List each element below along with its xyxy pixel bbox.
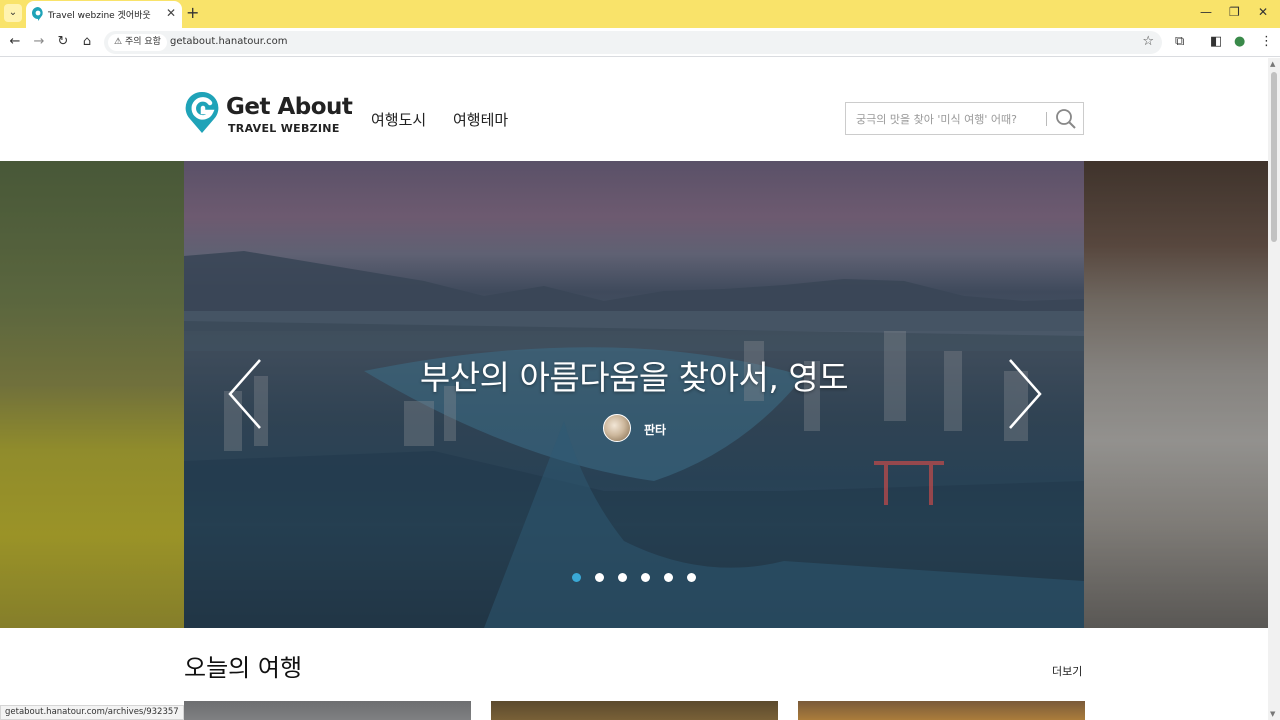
hero-slider: 부산의 아름다움을 찾아서, 영도 판타 — [0, 161, 1268, 628]
address-bar[interactable]: ⚠ 주의 요함 getabout.hanatour.com ☆ — [104, 31, 1162, 54]
browser-menu-icon[interactable]: ⋮ — [1260, 34, 1273, 49]
new-tab-icon[interactable]: + — [186, 3, 199, 22]
author-name: 판타 — [644, 423, 667, 437]
security-indicator[interactable]: ⚠ 주의 요함 — [108, 34, 167, 51]
tab-close-icon[interactable]: ✕ — [166, 6, 176, 20]
minimize-icon[interactable]: — — [1200, 5, 1212, 19]
bookmark-star-icon[interactable]: ☆ — [1142, 34, 1154, 49]
section-title: 오늘의 여행 — [184, 654, 303, 682]
browser-toolbar: ← → ↻ ⌂ ⚠ 주의 요함 getabout.hanatour.com ☆ — [0, 28, 1280, 57]
search-icon[interactable] — [1054, 107, 1078, 131]
reload-icon[interactable]: ↻ — [55, 34, 71, 49]
next-slide-preview[interactable] — [1084, 161, 1268, 628]
hero-title[interactable]: 부산의 아름다움을 찾아서, 영도 — [184, 351, 1084, 399]
forward-icon[interactable]: → — [31, 34, 47, 49]
search-input[interactable] — [856, 110, 1036, 128]
logo-subtitle: TRAVEL WEBZINE — [228, 122, 340, 135]
site-logo[interactable]: Get About TRAVEL WEBZINE — [184, 90, 353, 136]
scroll-up-icon[interactable]: ▲ — [1270, 60, 1275, 68]
nav-travel-theme[interactable]: 여행테마 — [453, 109, 508, 130]
search-divider — [1046, 112, 1047, 126]
webpage: Get About TRAVEL WEBZINE 여행도시 여행테마 궁극의 맛… — [0, 58, 1268, 720]
next-arrow-icon[interactable] — [1004, 358, 1044, 430]
more-link[interactable]: 더보기 — [1052, 663, 1082, 679]
browser-tab[interactable]: Travel webzine 겟어바웃 ✕ — [26, 1, 182, 28]
scroll-down-icon[interactable]: ▼ — [1270, 710, 1275, 718]
status-bar-url: getabout.hanatour.com/archives/932357 — [0, 705, 184, 720]
profile-avatar-icon[interactable]: ● — [1234, 34, 1245, 49]
restore-icon[interactable]: ❐ — [1229, 5, 1240, 19]
tab-search-button[interactable]: ⌄ — [4, 4, 22, 22]
browser-tabbar: ⌄ Travel webzine 겟어바웃 ✕ + — ❐ ✕ — [0, 0, 1280, 28]
home-icon[interactable]: ⌂ — [79, 34, 95, 49]
site-favicon-icon — [32, 7, 43, 21]
url-text[interactable]: getabout.hanatour.com — [170, 36, 288, 47]
tab-title: Travel webzine 겟어바웃 — [48, 11, 151, 21]
prev-arrow-icon[interactable] — [226, 358, 266, 430]
back-icon[interactable]: ← — [7, 34, 23, 49]
slide-dot-4[interactable] — [641, 573, 650, 582]
search-box — [845, 102, 1084, 135]
slide-dot-2[interactable] — [595, 573, 604, 582]
slide-dot-6[interactable] — [687, 573, 696, 582]
site-header: Get About TRAVEL WEBZINE 여행도시 여행테마 — [0, 58, 1268, 161]
trip-card-3[interactable] — [798, 701, 1085, 720]
scroll-thumb[interactable] — [1271, 72, 1277, 242]
prev-slide-preview[interactable] — [0, 161, 184, 628]
page-scrollbar[interactable]: ▲ ▼ — [1268, 58, 1280, 720]
slide-dot-1[interactable] — [572, 573, 581, 582]
trip-card-2[interactable] — [491, 701, 778, 720]
author-avatar — [603, 414, 631, 442]
extensions-icon[interactable]: ⧉ — [1175, 34, 1184, 49]
logo-title: Get About — [226, 94, 353, 120]
slide-dot-5[interactable] — [664, 573, 673, 582]
close-window-icon[interactable]: ✕ — [1258, 5, 1268, 19]
nav-travel-city[interactable]: 여행도시 — [371, 109, 426, 130]
slide-dot-3[interactable] — [618, 573, 627, 582]
security-label: 주의 요함 — [124, 37, 161, 47]
side-panel-icon[interactable]: ◧ — [1210, 34, 1222, 49]
trip-card-1[interactable] — [184, 701, 471, 720]
location-pin-logo-icon — [185, 91, 219, 133]
